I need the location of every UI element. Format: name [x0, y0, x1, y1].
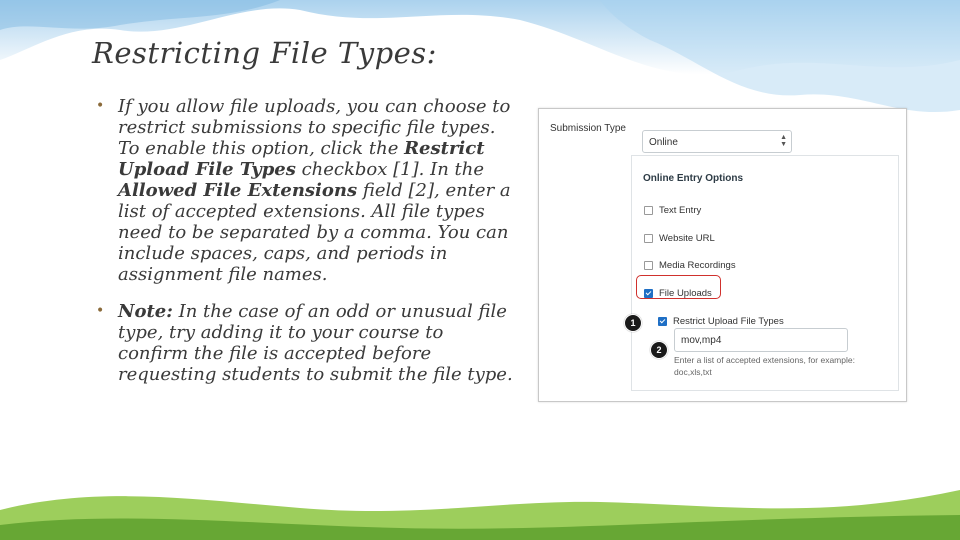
online-entry-options: Online Entry Options Text Entry Website …: [624, 155, 899, 391]
extensions-help-text: Enter a list of accepted extensions, for…: [674, 355, 855, 377]
bullet-dot: •: [96, 98, 105, 114]
submission-type-label: Submission Type: [550, 123, 626, 134]
bullet-bold-text: Note:: [118, 301, 173, 322]
online-entry-title: Online Entry Options: [643, 173, 744, 184]
callout-2-badge: 2: [650, 341, 668, 359]
option-label: File Uploads: [659, 288, 712, 299]
bullet-text: In the case of an odd or unusual file ty…: [118, 301, 513, 385]
restrict-upload-label: Restrict Upload File Types: [673, 316, 784, 327]
bullet-dot: •: [96, 303, 105, 319]
bullet-restrict-file-types: • If you allow file uploads, you can cho…: [96, 96, 516, 285]
callout-1-badge: 1: [624, 314, 642, 332]
website-url-checkbox[interactable]: [644, 234, 653, 243]
restrict-upload-checkbox[interactable]: [658, 317, 667, 326]
option-restrict-upload-file-types[interactable]: Restrict Upload File Types: [658, 316, 784, 327]
option-text-entry[interactable]: Text Entry: [644, 205, 701, 216]
submission-settings-screenshot: Submission Type Online ▲ ▼ Online Entry O…: [538, 108, 907, 402]
bullet-bold-text: Allowed File Extensions: [118, 180, 358, 201]
option-label: Website URL: [659, 233, 715, 244]
bullet-list: • If you allow file uploads, you can cho…: [96, 96, 516, 401]
option-file-uploads[interactable]: File Uploads: [644, 288, 712, 299]
option-website-url[interactable]: Website URL: [644, 233, 715, 244]
select-arrows-icon: ▲ ▼: [780, 134, 787, 148]
grass-background: [0, 490, 960, 540]
option-label: Media Recordings: [659, 260, 736, 271]
slide-title: Restricting File Types:: [92, 36, 437, 70]
media-recordings-checkbox[interactable]: [644, 261, 653, 270]
bullet-note: • Note: In the case of an odd or unusual…: [96, 301, 516, 385]
extensions-value: mov,mp4: [681, 335, 722, 346]
submission-type-value: Online: [649, 137, 678, 148]
file-uploads-checkbox[interactable]: [644, 289, 653, 298]
submission-type-select[interactable]: Online ▲ ▼: [642, 130, 792, 153]
bullet-text: checkbox [1]. In the: [295, 159, 484, 180]
allowed-extensions-input[interactable]: mov,mp4: [674, 328, 848, 352]
option-label: Text Entry: [659, 205, 702, 216]
text-entry-checkbox[interactable]: [644, 206, 653, 215]
option-media-recordings[interactable]: Media Recordings: [644, 260, 736, 271]
